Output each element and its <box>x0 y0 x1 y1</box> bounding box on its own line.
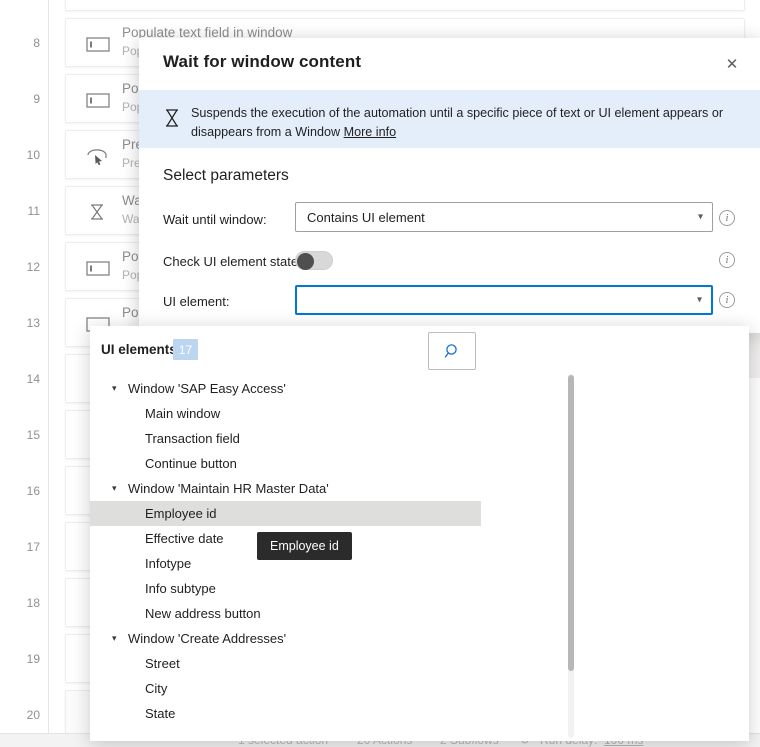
tree-node-label: Employee id <box>145 506 217 521</box>
info-description: Suspends the execution of the automation… <box>191 106 724 139</box>
chevron-down-icon: ▾ <box>112 483 117 493</box>
dialog-title: Wait for window content <box>163 52 362 71</box>
more-info-link[interactable]: More info <box>344 125 397 139</box>
check-ui-element-state-toggle[interactable] <box>295 251 333 270</box>
tree-node-label: State <box>145 706 176 721</box>
row-number: 15 <box>26 428 40 442</box>
row-number: 11 <box>27 204 40 218</box>
row-number: 19 <box>26 652 40 666</box>
tree-node-label: Transaction field <box>145 431 240 446</box>
tree-item-continue-button[interactable]: Continue button <box>90 451 481 476</box>
row-number: 8 <box>33 36 40 50</box>
tree-item-employee-id[interactable]: Employee id <box>90 501 481 526</box>
tree-node-label: Info subtype <box>145 581 216 596</box>
hourglass-icon <box>86 203 112 221</box>
tree-node-label: New address button <box>145 606 261 621</box>
close-icon[interactable]: ✕ <box>716 48 748 80</box>
row-number: 20 <box>26 708 40 722</box>
tree-item-street[interactable]: Street <box>90 651 481 676</box>
row-number: 10 <box>26 148 40 162</box>
tree-node-label: Continue button <box>145 456 237 471</box>
dialog-info-text: Suspends the execution of the automation… <box>191 104 731 142</box>
check-ui-element-state-label: Check UI element state: <box>163 254 302 269</box>
employee-id-tooltip: Employee id <box>257 532 352 560</box>
row-number: 18 <box>26 596 40 610</box>
text-field-icon <box>86 91 112 109</box>
ui-element-info-icon[interactable]: i <box>719 292 735 308</box>
tree-node-label: Effective date <box>145 531 224 546</box>
wait-until-window-value: Contains UI element <box>307 209 425 225</box>
picker-title: UI elements <box>101 342 177 357</box>
dialog-info-banner: Suspends the execution of the automation… <box>139 90 760 148</box>
wait-for-window-content-dialog: Wait for window content ✕ Suspends the e… <box>139 38 760 333</box>
tree-item-state[interactable]: State <box>90 701 481 726</box>
chevron-down-icon: ▾ <box>697 211 703 223</box>
row-number-gutter <box>0 0 49 733</box>
text-field-icon <box>86 35 112 53</box>
wait-until-window-info-icon[interactable]: i <box>719 210 735 226</box>
ui-elements-picker: UI elements 17 ▾ Window 'SAP Easy Access… <box>90 326 749 741</box>
ui-elements-count-badge: 17 <box>173 339 198 360</box>
hourglass-icon <box>163 108 181 128</box>
tree-scrollbar[interactable] <box>568 374 574 738</box>
tree-group-maintain-hr-master-data[interactable]: ▾ Window 'Maintain HR Master Data' <box>90 476 481 501</box>
chevron-down-icon: ▾ <box>112 633 117 643</box>
tree-scrollbar-thumb[interactable] <box>568 375 574 671</box>
chevron-down-icon: ▾ <box>696 294 702 306</box>
row-number: 17 <box>26 540 40 554</box>
tree-node-label: Main window <box>145 406 221 421</box>
tree-item-transaction-field[interactable]: Transaction field <box>90 426 481 451</box>
tree-group-create-addresses[interactable]: ▾ Window 'Create Addresses' <box>90 626 481 651</box>
select-parameters-heading: Select parameters <box>163 167 289 184</box>
tree-node-label: Window 'Maintain HR Master Data' <box>128 481 329 496</box>
press-button-icon <box>86 147 112 165</box>
tree-node-label: Window 'SAP Easy Access' <box>128 381 286 396</box>
row-number: 9 <box>33 92 40 106</box>
row-number: 13 <box>26 316 40 330</box>
row-number: 14 <box>26 372 40 386</box>
app-root: 8 Populate text field in window Populate… <box>0 0 760 747</box>
tree-node-label: Window 'Create Addresses' <box>128 631 287 646</box>
tree-node-label: City <box>145 681 168 696</box>
tree-node-label: Street <box>145 656 180 671</box>
row-number: 12 <box>26 260 40 274</box>
toggle-knob <box>297 253 314 270</box>
wait-until-window-dropdown[interactable]: Contains UI element ▾ <box>295 202 713 232</box>
chevron-down-icon: ▾ <box>112 383 117 393</box>
dialog-header: Wait for window content ✕ <box>139 38 760 90</box>
tree-item-new-address-button[interactable]: New address button <box>90 601 481 626</box>
tree-item-info-subtype[interactable]: Info subtype <box>90 576 481 601</box>
tree-node-label: Infotype <box>145 556 192 571</box>
ui-element-dropdown[interactable]: ▾ <box>295 285 713 315</box>
tree-group-sap-easy-access[interactable]: ▾ Window 'SAP Easy Access' <box>90 376 481 401</box>
row-number: 16 <box>26 484 40 498</box>
table-row[interactable] <box>65 0 745 11</box>
ui-element-label: UI element: <box>163 294 230 309</box>
tree-item-city[interactable]: City <box>90 676 481 701</box>
tree-item-main-window[interactable]: Main window <box>90 401 481 426</box>
search-icon[interactable] <box>428 332 476 370</box>
wait-until-window-label: Wait until window: <box>163 212 267 227</box>
text-field-icon <box>86 259 112 277</box>
check-ui-element-state-info-icon[interactable]: i <box>719 252 735 268</box>
